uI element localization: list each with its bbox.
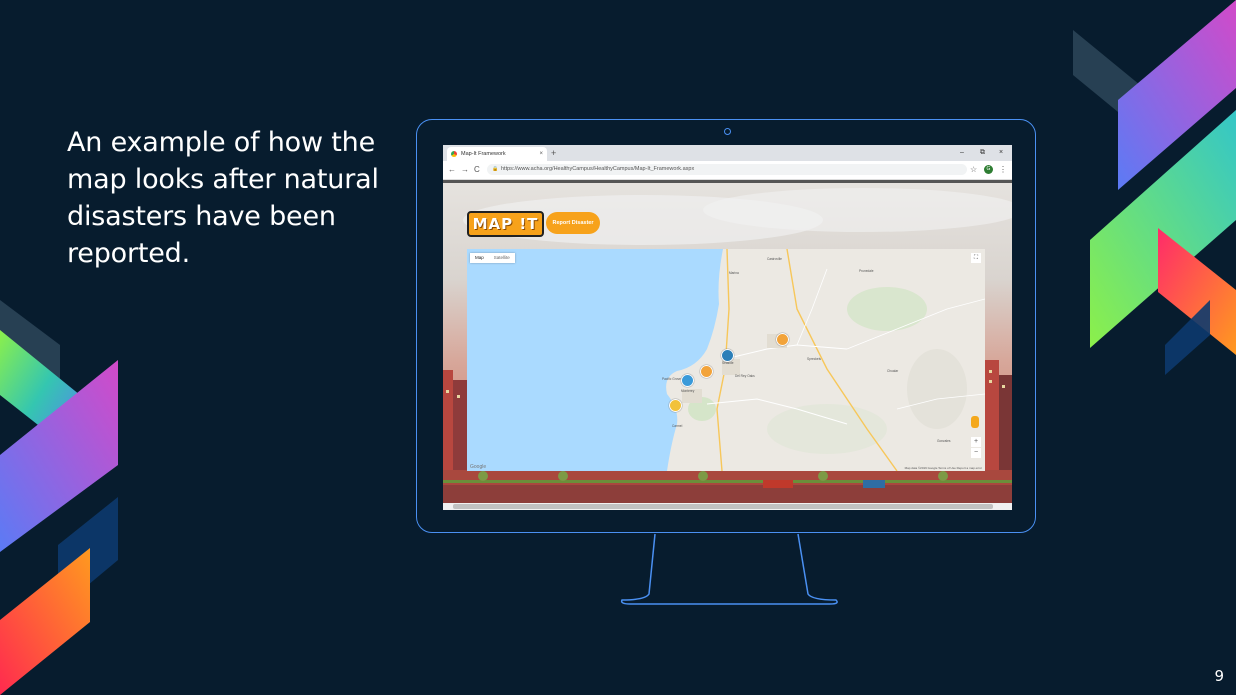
zoom-out-button[interactable]: − — [971, 448, 981, 458]
zoom-in-button[interactable]: + — [971, 437, 981, 447]
place-label: Spreckels — [807, 357, 821, 361]
place-label: Del Rey Oaks — [735, 374, 755, 378]
disaster-marker-storm-icon[interactable] — [776, 333, 789, 346]
place-label: Carmel — [672, 424, 683, 428]
reload-icon[interactable]: C — [474, 164, 480, 176]
place-label: Marina — [729, 271, 739, 275]
place-label: Monterey — [681, 389, 695, 393]
map-type-map[interactable]: Map — [470, 253, 489, 263]
chrome-favicon-icon — [451, 151, 457, 157]
google-map[interactable]: Map Satellite ⛶ Marina Castroville Prune… — [467, 249, 985, 471]
pegman-icon[interactable] — [971, 416, 979, 428]
browser-tab[interactable]: Map-It Framework × — [447, 147, 547, 161]
browser-window: Map-It Framework × + – ⧉ × ← → C 🔒 https… — [443, 145, 1012, 510]
url-text: https://www.acha.org/HealthyCampus/Healt… — [501, 166, 695, 172]
place-label: Castroville — [767, 257, 782, 261]
back-icon[interactable]: ← — [448, 164, 456, 176]
report-disaster-button[interactable]: Report Disaster — [546, 212, 600, 234]
address-bar-row: ← → C 🔒 https://www.acha.org/HealthyCamp… — [443, 161, 1012, 180]
url-field[interactable]: 🔒 https://www.acha.org/HealthyCampus/Hea… — [487, 164, 967, 175]
place-label: Pacific Grove — [662, 377, 681, 381]
place-label: Gonzales — [937, 439, 951, 443]
disaster-marker-fire-icon[interactable] — [700, 365, 713, 378]
forward-icon[interactable]: → — [461, 164, 469, 176]
place-label: Prunedale — [859, 269, 874, 273]
disaster-marker-landslide-icon[interactable] — [681, 374, 694, 387]
web-page: MAP !T Report Disaster Map Satellite ⛶ M… — [443, 180, 1012, 510]
bookmark-star-icon[interactable]: ☆ — [970, 164, 977, 176]
place-label: Chualar — [887, 369, 899, 373]
browser-menu-icon[interactable]: ⋮ — [999, 164, 1007, 176]
minimize-icon[interactable]: – — [960, 147, 964, 159]
map-type-control: Map Satellite — [470, 253, 515, 263]
fullscreen-icon[interactable]: ⛶ — [971, 253, 981, 263]
profile-avatar[interactable]: G — [984, 165, 993, 174]
monitor-camera-icon — [724, 128, 731, 135]
restore-icon[interactable]: ⧉ — [980, 147, 985, 159]
lock-icon: 🔒 — [492, 166, 499, 172]
horizontal-scrollbar[interactable] — [443, 503, 1012, 510]
slide-number: 9 — [1214, 667, 1224, 685]
tab-close-icon[interactable]: × — [539, 147, 543, 161]
disaster-marker-earthquake-icon[interactable] — [669, 399, 682, 412]
google-logo: Google — [470, 464, 487, 470]
map-type-satellite[interactable]: Satellite — [489, 253, 515, 263]
window-close-icon[interactable]: × — [999, 147, 1003, 159]
tab-bar: Map-It Framework × + – ⧉ × — [443, 145, 1012, 161]
tab-title: Map-It Framework — [461, 151, 506, 157]
disaster-marker-flood-icon[interactable] — [721, 349, 734, 362]
monitor-stand — [620, 533, 838, 605]
slide-caption: An example of how the map looks after na… — [67, 127, 379, 269]
map-terms[interactable]: Map data ©2019 Google Terms of Use Repor… — [905, 466, 982, 470]
new-tab-icon[interactable]: + — [551, 147, 556, 159]
scrollbar-thumb[interactable] — [453, 504, 993, 509]
map-it-logo: MAP !T — [467, 211, 544, 237]
